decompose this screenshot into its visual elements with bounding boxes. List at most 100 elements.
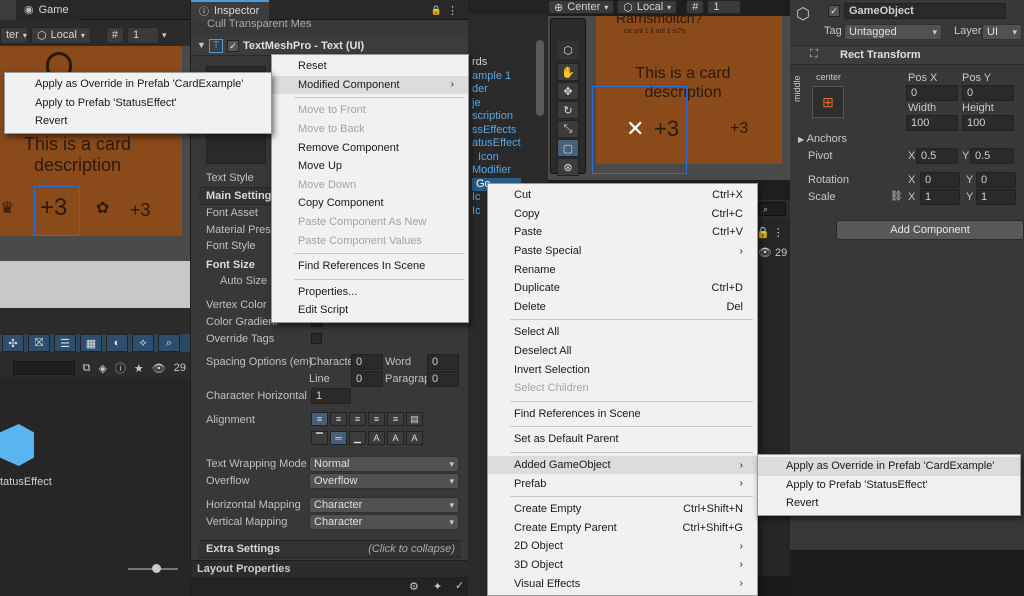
- expand-arrow-icon[interactable]: ▼: [197, 40, 206, 50]
- lock-icon[interactable]: 🔒: [756, 226, 770, 239]
- menu-item-2d-object[interactable]: 2D Object ›: [488, 537, 757, 556]
- char-horizontal-field[interactable]: 1: [311, 388, 351, 404]
- layers-icon[interactable]: ☰: [54, 334, 76, 352]
- hierarchy-item[interactable]: atusEffect: [472, 137, 521, 151]
- scene-search-field[interactable]: ⌕: [758, 202, 786, 216]
- overflow-dropdown[interactable]: Overflow: [309, 473, 459, 489]
- orbit-icon[interactable]: ✣: [2, 334, 24, 352]
- debug-icon[interactable]: ⚙: [409, 580, 419, 593]
- view-tool-cube-icon[interactable]: ⬡: [557, 41, 579, 59]
- scene-selection-rect[interactable]: [592, 86, 687, 174]
- hierarchy-item[interactable]: Modifier: [472, 164, 521, 178]
- rot-y-field[interactable]: 0: [976, 172, 1016, 188]
- moon-icon[interactable]: ◐: [106, 334, 128, 352]
- space-toggle[interactable]: ⬡ Local ▾: [31, 26, 91, 44]
- gameobject-active-checkbox[interactable]: ✓: [828, 5, 840, 17]
- pivot-y-field[interactable]: 0.5: [970, 148, 1014, 164]
- h-mapping-dropdown[interactable]: Character: [309, 497, 459, 513]
- hierarchy-scrollbar[interactable]: [536, 40, 544, 116]
- menu-item-edit-script[interactable]: Edit Script: [272, 301, 468, 320]
- character-spacing-field[interactable]: 0: [351, 354, 383, 370]
- v-mapping-dropdown[interactable]: Character: [309, 514, 459, 530]
- layer-dropdown[interactable]: UI: [982, 24, 1022, 40]
- align-left-icon[interactable]: ≡: [311, 412, 328, 426]
- word-spacing-field[interactable]: 0: [427, 354, 459, 370]
- text-wrapping-dropdown[interactable]: Normal: [309, 456, 459, 472]
- lock-icon[interactable]: 🔒: [431, 5, 442, 16]
- menu-item-revert[interactable]: Revert: [5, 112, 271, 131]
- tab-game[interactable]: ◉ Game: [16, 0, 79, 20]
- menu-item-select-all[interactable]: Select All: [488, 323, 757, 342]
- menu-item-apply-to-prefab-added[interactable]: Apply to Prefab 'StatusEffect': [758, 476, 1020, 495]
- menu-item-find-references[interactable]: Find References In Scene: [272, 257, 468, 276]
- zoom-slider[interactable]: [128, 564, 178, 573]
- rect-tool-icon[interactable]: ▢: [557, 139, 579, 157]
- bug-icon[interactable]: ✦: [433, 580, 442, 593]
- menu-item-apply-override[interactable]: Apply as Override in Prefab 'CardExample…: [5, 75, 271, 94]
- move-tool-icon[interactable]: ✥: [557, 82, 579, 100]
- align-top-icon[interactable]: ▔: [311, 431, 328, 445]
- hierarchy-item[interactable]: Icon: [472, 151, 521, 165]
- add-component-button[interactable]: Add Component: [836, 220, 1024, 240]
- menu-item-move-up[interactable]: Move Up: [272, 157, 468, 176]
- hierarchy-item[interactable]: ssEffects: [472, 124, 521, 138]
- align-midline-icon[interactable]: A: [387, 431, 404, 445]
- transform-tool-icon[interactable]: ⊛: [557, 158, 579, 176]
- menu-item-apply-override-added[interactable]: Apply as Override in Prefab 'CardExample…: [758, 457, 1020, 476]
- align-bottom-icon[interactable]: ▁: [349, 431, 366, 445]
- scale-tool-icon[interactable]: ⤡: [557, 120, 579, 138]
- layout-properties-bar[interactable]: Layout Properties: [191, 560, 468, 577]
- rect-transform-header[interactable]: ⛶ Rect Transform: [790, 45, 1024, 65]
- menu-item-paste[interactable]: Paste Ctrl+V: [488, 223, 757, 242]
- menu-item-added-gameobject[interactable]: Added GameObject ›: [488, 455, 757, 475]
- menu-item-set-default-parent[interactable]: Set as Default Parent: [488, 430, 757, 449]
- rot-x-field[interactable]: 0: [920, 172, 960, 188]
- override-tags-toggle[interactable]: [311, 333, 322, 344]
- grid-count[interactable]: 1: [127, 26, 160, 44]
- paragraph-spacing-field[interactable]: 0: [427, 371, 459, 387]
- menu-item-properties[interactable]: Properties...: [272, 283, 468, 302]
- grid-count-center[interactable]: 1: [707, 0, 742, 14]
- hierarchy-item[interactable]: rds: [472, 56, 521, 70]
- menu-item-prefab[interactable]: Prefab ›: [488, 474, 757, 493]
- project-search[interactable]: [12, 361, 75, 375]
- align-flush-icon[interactable]: ≡: [387, 412, 404, 426]
- cube-asset-icon[interactable]: [0, 424, 34, 466]
- align-middle-icon[interactable]: ═: [330, 431, 347, 445]
- tag-icon[interactable]: ◈: [98, 362, 106, 375]
- grid-toggle[interactable]: #: [105, 26, 125, 44]
- menu-item-revert-added[interactable]: Revert: [758, 494, 1020, 513]
- line-spacing-field[interactable]: 0: [351, 371, 383, 387]
- gameobject-name-field[interactable]: GameObject: [844, 3, 1006, 19]
- grid-view-icon[interactable]: ▦: [80, 334, 102, 352]
- kebab-icon[interactable]: ⋮: [773, 226, 784, 239]
- hand-tool-icon[interactable]: ✋: [557, 63, 579, 81]
- toolbar-dropdown-arrow[interactable]: ▾: [162, 30, 167, 41]
- eye-icon[interactable]: 👁: [152, 362, 166, 375]
- menu-item-deselect-all[interactable]: Deselect All: [488, 342, 757, 361]
- menu-item-modified-component[interactable]: Modified Component ›: [272, 75, 468, 95]
- pivot-center-toggle[interactable]: ⊕ Center ▾: [548, 0, 615, 14]
- filter-icon[interactable]: ⧉: [83, 362, 91, 375]
- hierarchy-item[interactable]: scription: [472, 110, 521, 124]
- menu-item-rename[interactable]: Rename: [488, 260, 757, 279]
- menu-item-3d-object[interactable]: 3D Object ›: [488, 556, 757, 575]
- align-capline-icon[interactable]: A: [406, 431, 423, 445]
- menu-item-delete[interactable]: Delete Del: [488, 298, 757, 317]
- menu-item-cut[interactable]: Cut Ctrl+X: [488, 186, 757, 205]
- align-right-icon[interactable]: ≡: [349, 412, 366, 426]
- tag-dropdown[interactable]: Untagged: [844, 24, 942, 40]
- search-icon[interactable]: ⌕: [158, 334, 180, 352]
- menu-item-copy[interactable]: Copy Ctrl+C: [488, 205, 757, 224]
- prev-tab-stub[interactable]: [0, 0, 16, 20]
- align-center-icon[interactable]: ≡: [330, 412, 347, 426]
- menu-item-reset[interactable]: Reset: [272, 57, 468, 76]
- menu-item-visual-effects[interactable]: Visual Effects ›: [488, 574, 757, 593]
- pos-x-field[interactable]: 0: [906, 85, 958, 101]
- align-justify-icon[interactable]: ≡: [368, 412, 385, 426]
- component-enabled-checkbox[interactable]: ✓: [227, 40, 239, 52]
- hierarchy-item[interactable]: der: [472, 83, 521, 97]
- kebab-icon[interactable]: ⋮: [447, 4, 458, 17]
- pivot-x-field[interactable]: 0.5: [916, 148, 958, 164]
- menu-item-duplicate[interactable]: Duplicate Ctrl+D: [488, 279, 757, 298]
